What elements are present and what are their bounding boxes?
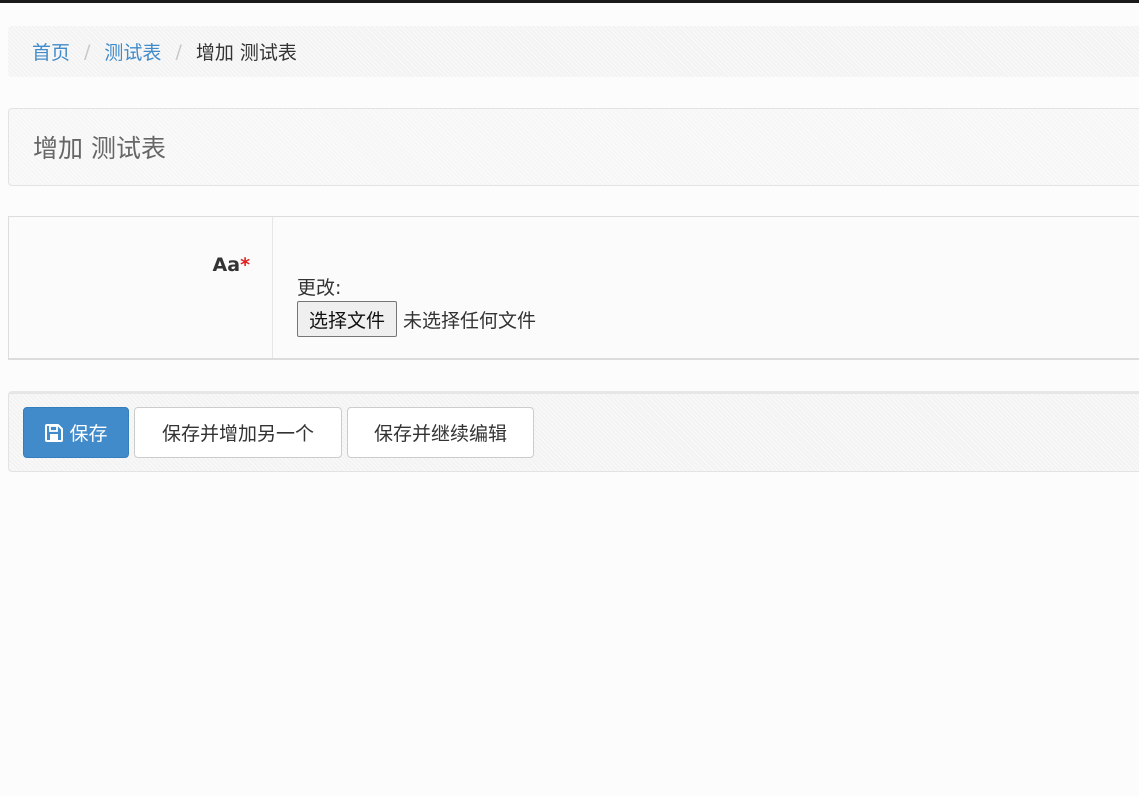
submit-row: 保存 保存并增加另一个 保存并继续编辑	[8, 391, 1139, 472]
breadcrumb-section-link[interactable]: 测试表	[104, 38, 161, 65]
save-and-add-another-button[interactable]: 保存并增加另一个	[134, 407, 342, 458]
field-label: Aa*	[213, 254, 250, 276]
choose-file-button[interactable]: 选择文件	[297, 301, 398, 337]
breadcrumb-current: 增加 测试表	[195, 42, 297, 64]
breadcrumb-separator: /	[175, 40, 182, 63]
change-label: 更改:	[297, 277, 342, 299]
form-row: Aa* 更改: 选择文件 未选择任何文件	[8, 216, 1139, 360]
breadcrumb-home-link[interactable]: 首页	[32, 38, 70, 65]
floppy-disk-icon	[45, 423, 64, 442]
breadcrumb: 首页 / 测试表 / 增加 测试表	[8, 26, 1139, 77]
save-button[interactable]: 保存	[23, 407, 129, 458]
save-and-continue-button[interactable]: 保存并继续编辑	[347, 407, 534, 458]
required-marker: *	[240, 254, 250, 276]
top-border	[0, 0, 1139, 3]
field-label-text: Aa	[212, 254, 241, 276]
page-header: 增加 测试表	[8, 108, 1139, 186]
file-input[interactable]: 选择文件 未选择任何文件	[297, 301, 536, 337]
field-label-cell: Aa*	[9, 217, 273, 358]
page-title: 增加 测试表	[33, 134, 166, 163]
file-status-text: 未选择任何文件	[403, 309, 537, 332]
save-button-label: 保存	[69, 423, 108, 445]
breadcrumb-separator: /	[84, 40, 91, 63]
